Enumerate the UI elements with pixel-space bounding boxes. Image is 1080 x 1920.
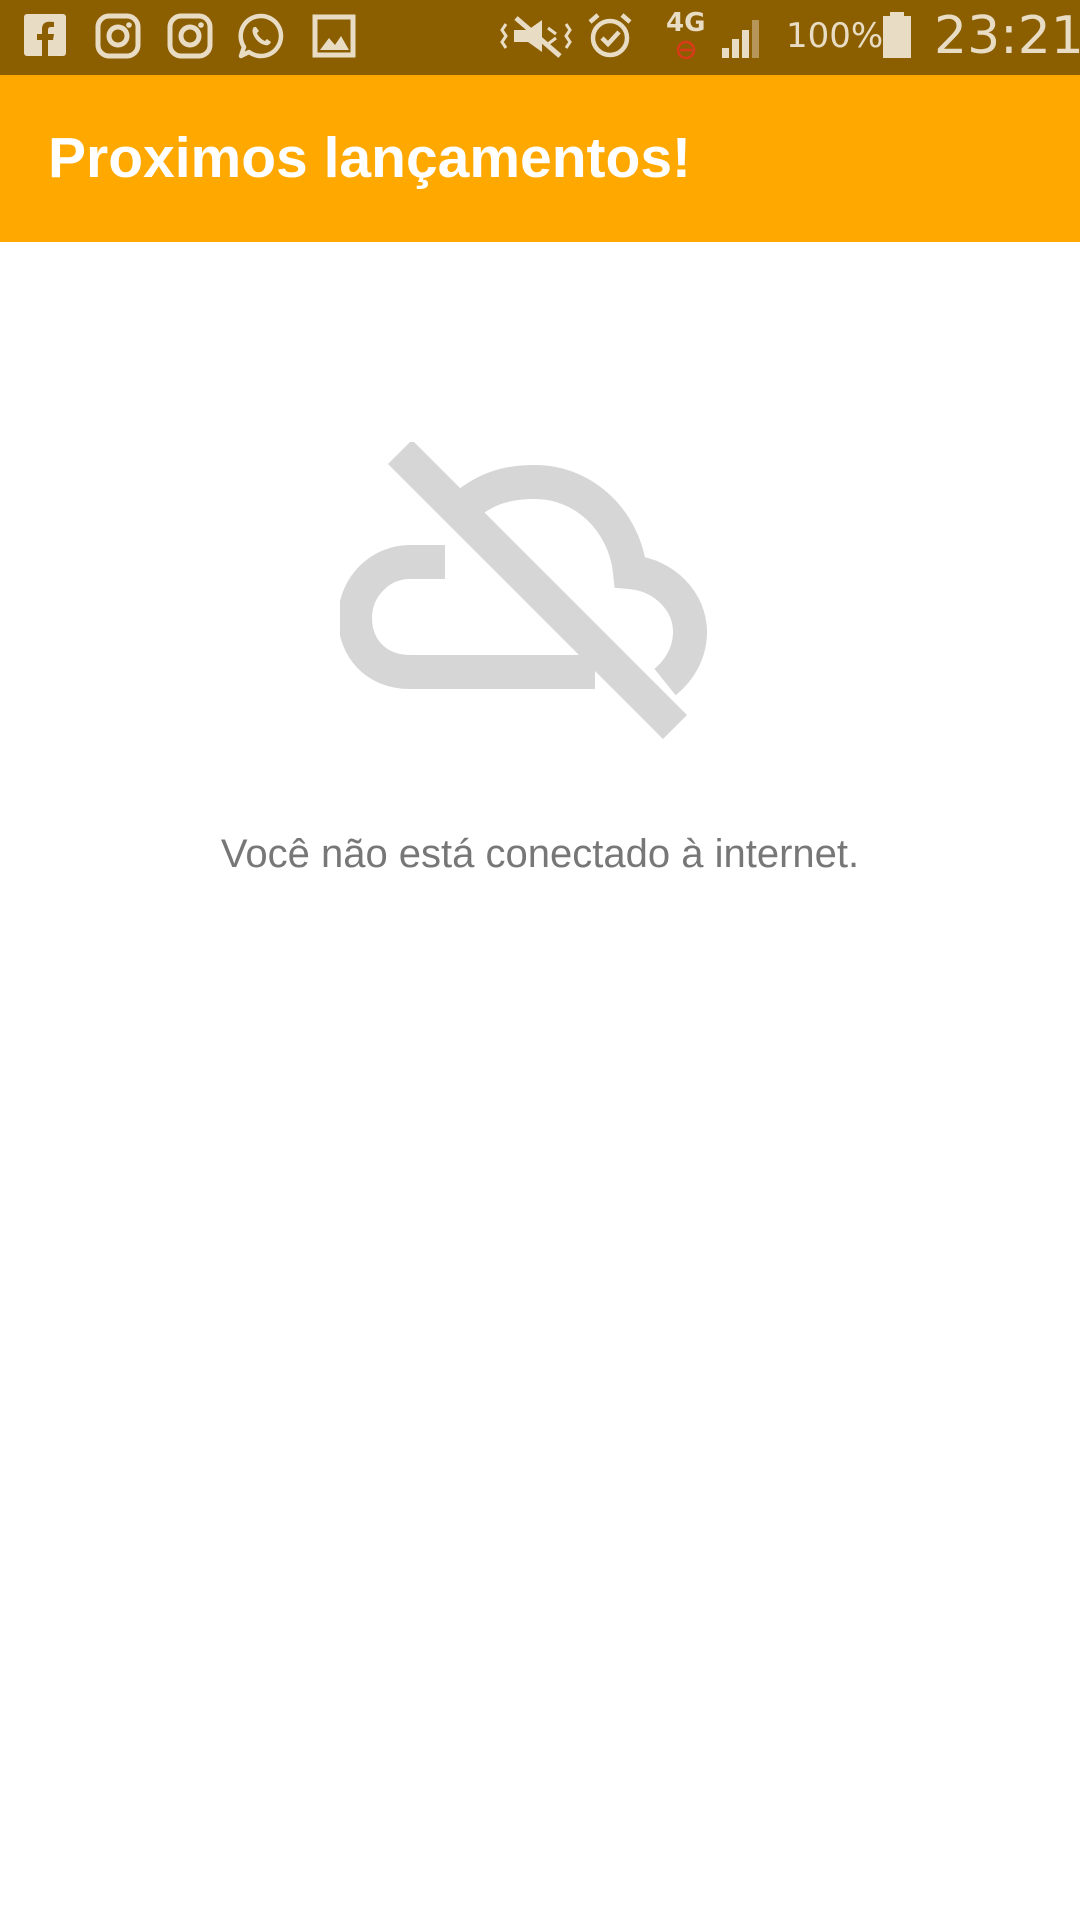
clock: 23:21 [934, 6, 1080, 66]
network-4g-icon: 4G [660, 8, 712, 60]
signal-icon [718, 12, 766, 60]
cloud-off-icon [340, 442, 740, 742]
image-icon [310, 12, 358, 60]
instagram-icon [166, 12, 214, 60]
offline-message: Você não está conectado à internet. [220, 832, 860, 876]
facebook-icon [22, 12, 70, 60]
whatsapp-icon [237, 12, 285, 60]
alarm-icon [586, 12, 634, 60]
vibrate-mute-icon [500, 12, 572, 60]
status-bar: 4G 100% 23:21 [0, 0, 1080, 75]
app-bar: Proximos lançamentos! [0, 75, 1080, 242]
battery-icon [880, 12, 914, 60]
battery-percent: 100% [786, 16, 884, 56]
page-title: Proximos lançamentos! [48, 126, 692, 190]
main-content: Você não está conectado à internet. [0, 242, 1080, 1920]
instagram-icon [94, 12, 142, 60]
